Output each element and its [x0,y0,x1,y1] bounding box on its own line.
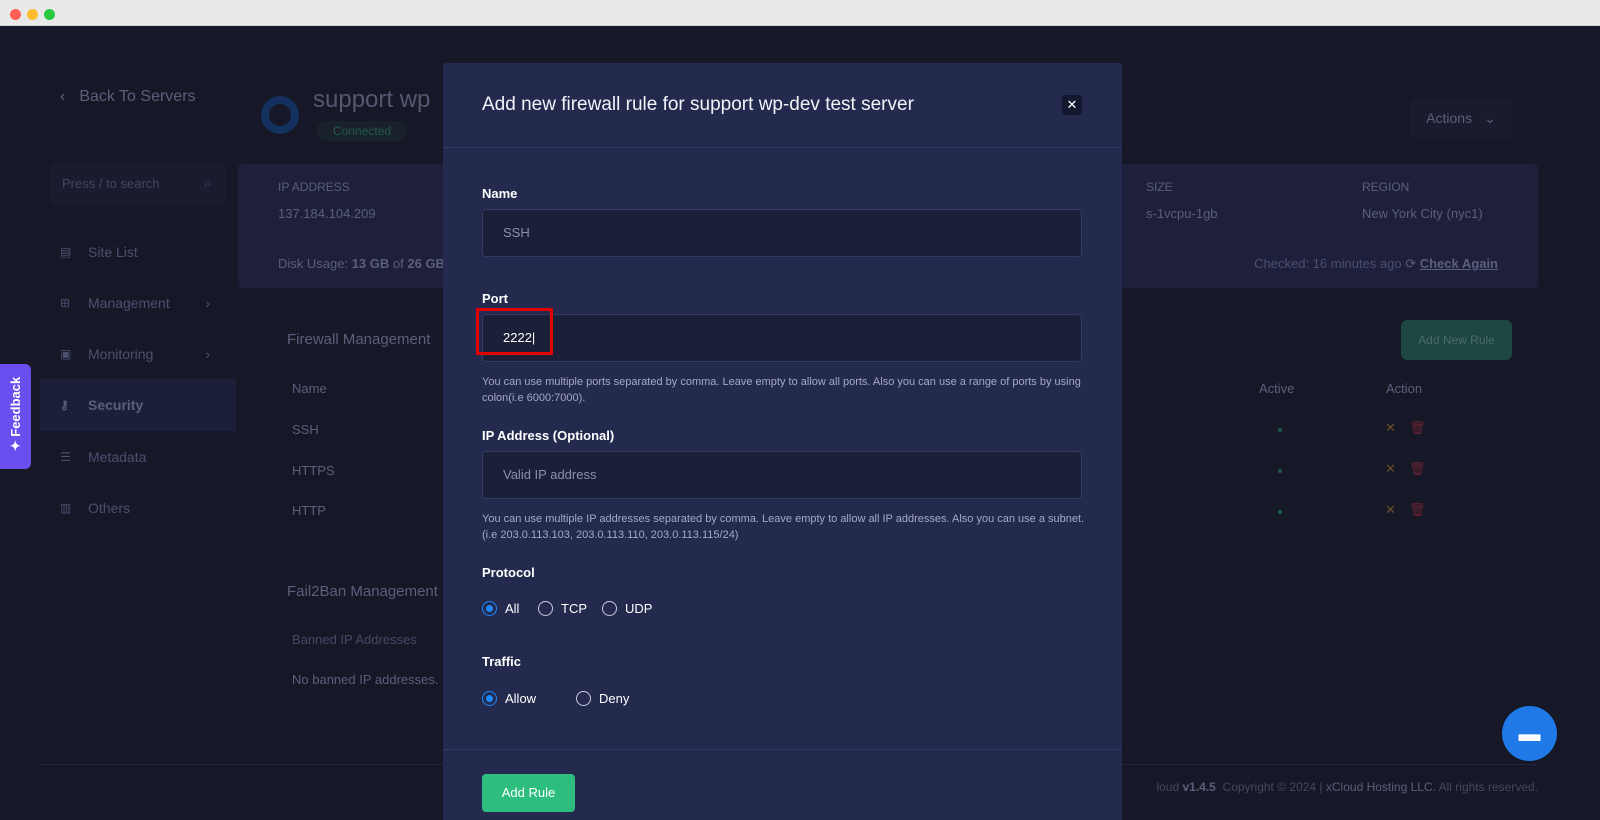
digitalocean-logo [261,96,299,134]
refresh-icon: ⟳ [1405,256,1417,271]
close-window-icon[interactable] [10,9,21,20]
active-indicator [1278,428,1282,432]
back-to-servers-link[interactable]: ‹ Back To Servers [60,88,196,106]
chat-button[interactable]: ▬ [1502,706,1557,761]
search-icon: ⌕ [203,175,212,192]
traffic-deny-radio[interactable]: Deny [576,691,629,706]
table-row: HTTPS [292,463,335,478]
server-name: support wp [313,86,431,113]
name-input[interactable]: SSH [482,209,1082,257]
active-indicator [1278,469,1282,473]
metadata-icon: ☰ [60,450,71,464]
table-row: SSH [292,422,319,437]
search-input[interactable]: Press / to search ⌕ [50,162,226,206]
protocol-all-radio[interactable]: All [482,601,519,616]
status-badge: Connected [317,121,408,141]
ip-address-input[interactable]: Valid IP address [482,451,1082,499]
feedback-tab[interactable]: ✦ Feedback [0,364,31,469]
minimize-window-icon[interactable] [27,9,38,20]
fail2ban-title: Fail2Ban Management [287,583,438,600]
disable-icon[interactable]: ✕ [1385,461,1396,477]
sparkle-icon: ✦ [8,440,23,452]
add-rule-button[interactable]: Add Rule [482,774,575,812]
trash-icon[interactable]: 🗑 [1409,461,1426,477]
sidebar-item-metadata[interactable]: ☰ Metadata [40,431,236,483]
chevron-left-icon: ‹ [60,88,66,105]
active-indicator [1278,510,1282,514]
check-again-link[interactable]: Check Again [1420,256,1498,271]
add-new-rule-button[interactable]: Add New Rule [1401,320,1512,360]
disable-icon[interactable]: ✕ [1385,420,1396,436]
monitor-icon: ▣ [60,347,72,361]
disable-icon[interactable]: ✕ [1385,502,1396,518]
chat-icon: ▬ [1518,721,1541,746]
table-row: HTTP [292,503,326,518]
port-input[interactable]: 2222| [482,314,1082,362]
firewall-title: Firewall Management [287,331,431,348]
actions-dropdown[interactable]: Actions ⌄ [1410,98,1512,138]
highlight-box [476,308,553,355]
protocol-udp-radio[interactable]: UDP [602,601,652,616]
list-icon: ▤ [60,245,72,259]
trash-icon[interactable]: 🗑 [1409,420,1426,436]
disk-usage: Disk Usage: 13 GB of 26 GB [278,256,445,271]
trash-icon[interactable]: 🗑 [1409,502,1426,518]
maximize-window-icon[interactable] [44,9,55,20]
footer: loud v1.4.5 Copyright © 2024 | xCloud Ho… [1156,780,1538,794]
sidebar-item-monitoring[interactable]: ▣ Monitoring › [40,328,236,380]
sidebar-item-management[interactable]: ⊞ Management › [40,277,236,329]
protocol-tcp-radio[interactable]: TCP [538,601,587,616]
add-firewall-rule-modal: Add new firewall rule for support wp-dev… [443,63,1122,820]
close-icon[interactable]: ✕ [1062,95,1082,115]
chevron-down-icon: ⌄ [1484,109,1496,126]
server-icon: ▥ [60,501,72,515]
traffic-allow-radio[interactable]: Allow [482,691,536,706]
modal-footer-divider [443,749,1122,750]
sidebar-item-site-list[interactable]: ▤ Site List [40,226,236,278]
modal-title: Add new firewall rule for support wp-dev… [482,94,914,115]
sidebar-item-security[interactable]: ⚷ Security [40,379,236,431]
sitemap-icon: ⊞ [60,296,71,310]
sidebar-item-others[interactable]: ▥ Others [40,482,236,534]
key-icon: ⚷ [60,398,69,412]
chevron-right-icon: › [205,346,210,362]
browser-chrome [0,0,1600,26]
chevron-right-icon: › [205,295,210,311]
